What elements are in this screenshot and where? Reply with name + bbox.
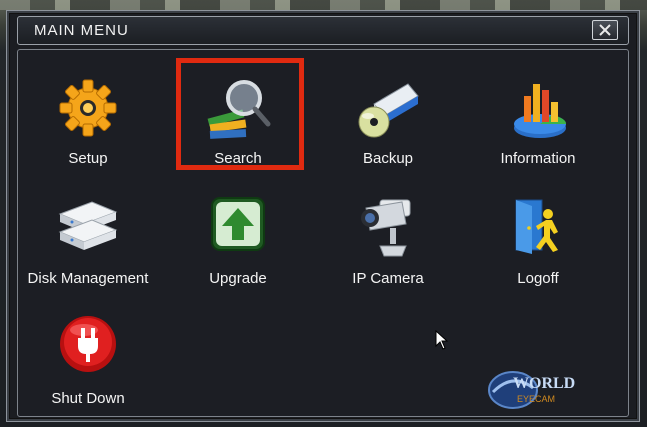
worldeyecam-logo: WORLD EYECAM — [488, 371, 575, 409]
menu-item-backup[interactable]: Backup — [318, 74, 458, 184]
window-title: MAIN MENU — [34, 22, 129, 39]
menu-item-label: Information — [500, 150, 576, 167]
title-bar: MAIN MENU — [17, 16, 629, 45]
camera-icon — [361, 199, 411, 257]
upgrade-arrow-icon — [211, 197, 265, 251]
menu-item-shut-down[interactable]: Shut Down — [18, 314, 158, 424]
backup-drive-icon — [358, 83, 419, 138]
menu-item-label: Upgrade — [209, 270, 267, 287]
menu-item-disk-management[interactable]: Disk Management — [18, 194, 158, 304]
menu-item-label: Setup — [68, 150, 108, 167]
menu-item-setup[interactable]: Setup — [18, 74, 158, 184]
menu-item-upgrade[interactable]: Upgrade — [168, 194, 308, 304]
power-plug-icon — [60, 316, 116, 372]
gear-icon — [59, 79, 117, 137]
menu-item-label: Shut Down — [51, 390, 125, 407]
menu-item-label: Disk Management — [27, 270, 149, 287]
menu-item-ip-camera[interactable]: IP Camera — [318, 194, 458, 304]
menu-item-logoff[interactable]: Logoff — [468, 194, 608, 304]
selection-highlight — [176, 58, 304, 170]
menu-item-label: Logoff — [517, 270, 559, 287]
disk-stack-icon — [58, 201, 118, 250]
logo-text-world: WORLD — [513, 375, 575, 392]
close-button[interactable] — [592, 20, 618, 40]
chart-info-icon — [514, 84, 567, 138]
menu-item-label: IP Camera — [352, 270, 424, 287]
mouse-cursor-icon — [435, 330, 449, 350]
close-icon — [599, 24, 611, 36]
menu-item-information[interactable]: Information — [468, 74, 608, 184]
logoff-door-icon — [515, 199, 558, 254]
logo-text-eyecam: EYECAM — [517, 394, 555, 404]
menu-item-label: Backup — [362, 150, 414, 167]
